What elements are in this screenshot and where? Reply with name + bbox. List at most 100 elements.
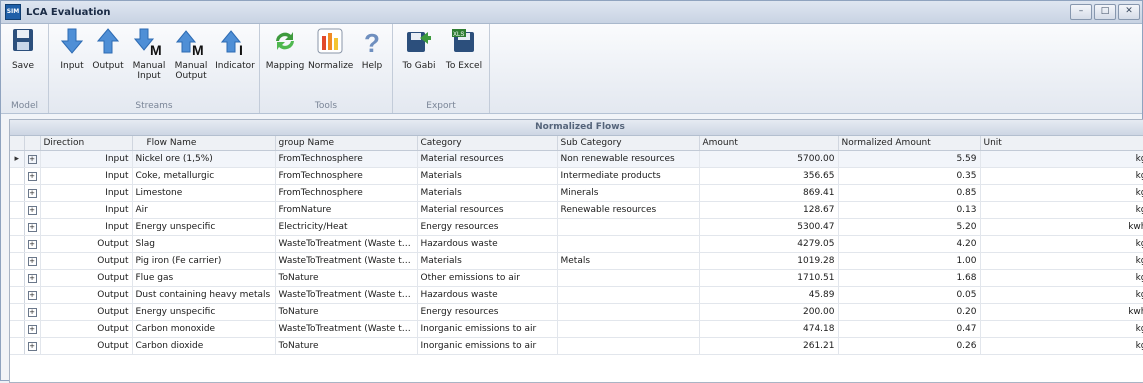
normalized-amount-cell[interactable]: 4.20 <box>838 235 981 253</box>
help-button[interactable]: ? Help <box>356 28 388 71</box>
minimize-button[interactable]: – <box>1070 4 1092 20</box>
flow-name-cell[interactable]: Pig iron (Fe carrier) <box>132 252 276 270</box>
unit-cell[interactable]: kg <box>980 337 1143 355</box>
sub-category-cell[interactable] <box>557 303 700 321</box>
table-row[interactable]: + Output Pig iron (Fe carrier) WasteToTreat… <box>10 252 1143 270</box>
table-row[interactable]: + Output Dust containing heavy metals Waste… <box>10 286 1143 304</box>
table-row[interactable]: + Input Air FromNature Material resources Ren… <box>10 201 1143 219</box>
group-name-cell[interactable]: WasteToTreatment (Waste to ... <box>275 286 418 304</box>
manual-output-button[interactable]: M Manual Output <box>171 28 211 81</box>
expand-row-icon[interactable]: + <box>27 291 37 300</box>
normalized-amount-cell[interactable]: 1.00 <box>838 252 981 270</box>
expand-row-icon[interactable]: + <box>27 257 37 266</box>
indicator-button[interactable]: I Indicator <box>213 28 257 71</box>
unit-cell[interactable]: kg <box>980 167 1143 185</box>
sub-category-cell[interactable]: Intermediate products <box>557 167 700 185</box>
to-gabi-button[interactable]: To Gabi <box>399 28 439 71</box>
normalized-amount-cell[interactable]: 0.85 <box>838 184 981 202</box>
category-cell[interactable]: Hazardous waste <box>417 235 558 253</box>
direction-cell[interactable]: Output <box>40 303 133 321</box>
output-button[interactable]: Output <box>91 28 125 71</box>
flow-name-cell[interactable]: Carbon monoxide <box>132 320 276 338</box>
column-header-unit[interactable]: Unit <box>980 136 1143 151</box>
table-row[interactable]: + Input Energy unspecific Electricity/Heat E… <box>10 218 1143 236</box>
direction-cell[interactable]: Input <box>40 201 133 219</box>
sub-category-cell[interactable] <box>557 337 700 355</box>
expand-row-icon[interactable]: + <box>27 172 37 181</box>
direction-cell[interactable]: Output <box>40 269 133 287</box>
normalized-amount-cell[interactable]: 5.59 <box>838 150 981 168</box>
unit-cell[interactable]: kg <box>980 201 1143 219</box>
sub-category-cell[interactable]: Minerals <box>557 184 700 202</box>
manual-input-button[interactable]: M Manual Input <box>129 28 169 81</box>
category-cell[interactable]: Material resources <box>417 150 558 168</box>
flow-name-cell[interactable]: Slag <box>132 235 276 253</box>
unit-cell[interactable]: kg <box>980 320 1143 338</box>
flow-name-cell[interactable]: Energy unspecific <box>132 218 276 236</box>
category-cell[interactable]: Materials <box>417 167 558 185</box>
normalized-amount-cell[interactable]: 0.13 <box>838 201 981 219</box>
unit-cell[interactable]: kg <box>980 184 1143 202</box>
table-row[interactable]: + Input Limestone FromTechnosphere Materials… <box>10 184 1143 202</box>
flow-name-cell[interactable]: Flue gas <box>132 269 276 287</box>
flow-name-cell[interactable]: Nickel ore (1,5%) <box>132 150 276 168</box>
group-name-cell[interactable]: WasteToTreatment (Waste to ... <box>275 320 418 338</box>
direction-cell[interactable]: Input <box>40 167 133 185</box>
amount-cell[interactable]: 5700.00 <box>699 150 839 168</box>
unit-cell[interactable]: kwh <box>980 218 1143 236</box>
maximize-button[interactable]: □ <box>1094 4 1116 20</box>
expand-row-icon[interactable]: + <box>27 342 37 351</box>
unit-cell[interactable]: kg <box>980 286 1143 304</box>
mapping-button[interactable]: Mapping <box>264 28 306 71</box>
table-row[interactable]: + Output Flue gas ToNature Other emissions t… <box>10 269 1143 287</box>
amount-cell[interactable]: 1019.28 <box>699 252 839 270</box>
direction-cell[interactable]: Output <box>40 286 133 304</box>
normalized-amount-cell[interactable]: 0.05 <box>838 286 981 304</box>
expand-row-icon[interactable]: + <box>27 325 37 334</box>
sub-category-cell[interactable] <box>557 269 700 287</box>
expand-row-icon[interactable]: + <box>27 274 37 283</box>
sub-category-cell[interactable] <box>557 286 700 304</box>
flow-name-cell[interactable]: Dust containing heavy metals <box>132 286 276 304</box>
table-row[interactable]: + Output Carbon dioxide ToNature Inorganic e… <box>10 337 1143 355</box>
table-row[interactable]: + Input Coke, metallurgic FromTechnosphere M… <box>10 167 1143 185</box>
sub-category-cell[interactable]: Renewable resources <box>557 201 700 219</box>
column-header-sub-category[interactable]: Sub Category <box>557 136 700 151</box>
direction-cell[interactable]: Output <box>40 235 133 253</box>
to-excel-button[interactable]: XLS To Excel <box>443 28 485 71</box>
column-header-normalized-amount[interactable]: Normalized Amount <box>838 136 981 151</box>
direction-cell[interactable]: Output <box>40 320 133 338</box>
category-cell[interactable]: Energy resources <box>417 303 558 321</box>
table-row[interactable]: + Output Slag WasteToTreatment (Waste to ..… <box>10 235 1143 253</box>
save-button[interactable]: Save <box>7 28 39 71</box>
amount-cell[interactable]: 474.18 <box>699 320 839 338</box>
amount-cell[interactable]: 869.41 <box>699 184 839 202</box>
unit-cell[interactable]: kg <box>980 269 1143 287</box>
unit-cell[interactable]: kwh <box>980 303 1143 321</box>
table-row[interactable]: ▸ + Input Nickel ore (1,5%) FromTechnosphere… <box>10 150 1143 168</box>
table-row[interactable]: + Output Energy unspecific ToNature Energy r… <box>10 303 1143 321</box>
group-name-cell[interactable]: Electricity/Heat <box>275 218 418 236</box>
amount-cell[interactable]: 200.00 <box>699 303 839 321</box>
column-header-amount[interactable]: Amount <box>699 136 839 151</box>
amount-cell[interactable]: 128.67 <box>699 201 839 219</box>
group-name-cell[interactable]: FromTechnosphere <box>275 184 418 202</box>
normalize-button[interactable]: Normalize <box>308 28 353 71</box>
direction-cell[interactable]: Input <box>40 150 133 168</box>
expand-row-icon[interactable]: + <box>27 223 37 232</box>
amount-cell[interactable]: 45.89 <box>699 286 839 304</box>
expand-row-icon[interactable]: + <box>27 308 37 317</box>
flow-name-cell[interactable]: Air <box>132 201 276 219</box>
category-cell[interactable]: Materials <box>417 252 558 270</box>
table-row[interactable]: + Output Carbon monoxide WasteToTreatment (… <box>10 320 1143 338</box>
expand-row-icon[interactable]: + <box>27 240 37 249</box>
direction-cell[interactable]: Input <box>40 184 133 202</box>
normalized-amount-cell[interactable]: 0.20 <box>838 303 981 321</box>
category-cell[interactable]: Other emissions to air <box>417 269 558 287</box>
flow-name-cell[interactable]: Carbon dioxide <box>132 337 276 355</box>
group-name-cell[interactable]: ToNature <box>275 269 418 287</box>
category-cell[interactable]: Hazardous waste <box>417 286 558 304</box>
normalized-amount-cell[interactable]: 1.68 <box>838 269 981 287</box>
direction-cell[interactable]: Output <box>40 252 133 270</box>
group-name-cell[interactable]: ToNature <box>275 303 418 321</box>
